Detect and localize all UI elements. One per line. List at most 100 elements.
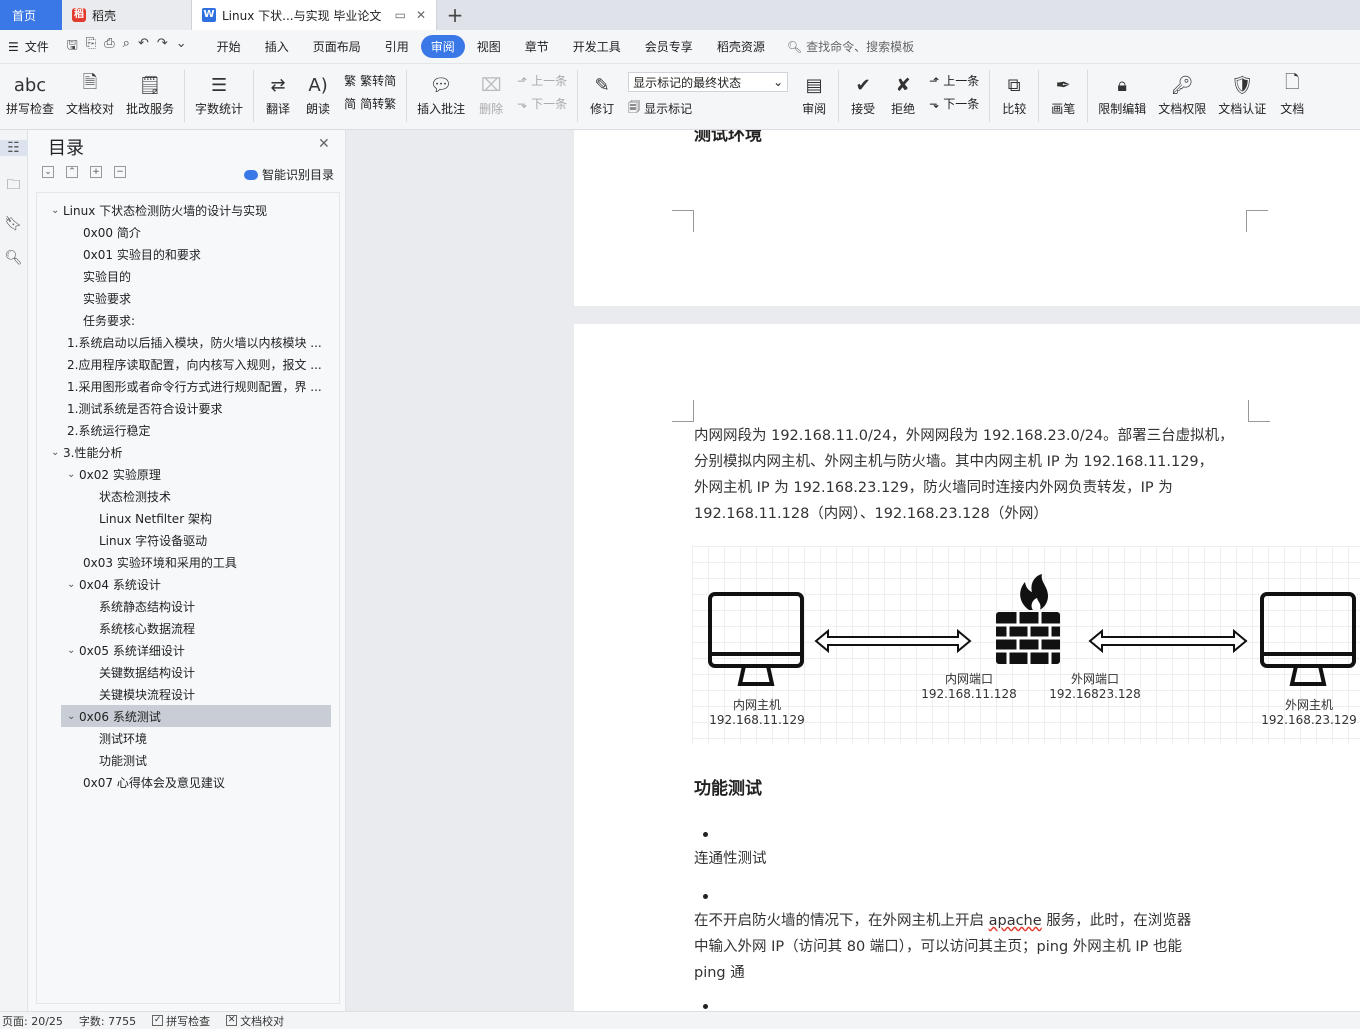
compare-button[interactable]: ⧉ 比较 bbox=[994, 70, 1034, 117]
ribbon-tab-7[interactable]: 开发工具 bbox=[561, 35, 633, 58]
promote-level-icon[interactable]: + bbox=[90, 166, 102, 178]
ribbon-tab-0[interactable]: 开始 bbox=[205, 35, 253, 58]
ribbon-tab-1[interactable]: 插入 bbox=[253, 35, 301, 58]
markup-state-select[interactable]: 显示标记的最终状态 ⌄ bbox=[628, 72, 789, 92]
outline-item[interactable]: ⌄ 0x02 实验原理 bbox=[41, 463, 331, 485]
outline-item[interactable]: ⌄ 0x06 系统测试 bbox=[61, 705, 331, 727]
translate-button[interactable]: ⇄ 翻译 bbox=[258, 70, 298, 117]
chevron-down-icon[interactable]: ⌄ bbox=[67, 645, 79, 656]
ribbon-tab-2[interactable]: 页面布局 bbox=[301, 35, 373, 58]
show-markup-button[interactable]: 🗐 显示标记 bbox=[628, 98, 788, 119]
insert-comment-button[interactable]: 💬︎ 插入批注 bbox=[411, 70, 471, 117]
pen-button[interactable]: ✒ 画笔 bbox=[1043, 70, 1083, 117]
outline-item[interactable]: 状态检测技术 bbox=[41, 485, 331, 507]
print-preview-icon[interactable]: ⌕ bbox=[123, 36, 130, 58]
outline-item[interactable]: Linux 字符设备驱动 bbox=[41, 529, 331, 551]
prev-comment-button[interactable]: ⬏ 上一条 bbox=[517, 72, 567, 89]
trad-to-simp-button[interactable]: 繁繁转简 bbox=[344, 72, 396, 89]
outline-item[interactable]: 0x01 实验目的和要求 bbox=[41, 243, 331, 265]
prev-change-button[interactable]: ⬏ 上一条 bbox=[929, 72, 979, 89]
ribbon-tab-3[interactable]: 引用 bbox=[373, 35, 421, 58]
outline-item[interactable]: 系统核心数据流程 bbox=[41, 617, 331, 639]
track-changes-icon: ✎ bbox=[594, 74, 610, 96]
print-icon[interactable]: ⎙ bbox=[104, 36, 114, 58]
outline-item[interactable]: ⌄ 0x05 系统详细设计 bbox=[41, 639, 331, 661]
pin-window-icon[interactable]: ▭ bbox=[395, 8, 406, 22]
ribbon-tab-5[interactable]: 视图 bbox=[465, 35, 513, 58]
outline-item[interactable]: ⌄ 3.性能分析 bbox=[41, 441, 331, 463]
review-pane-button[interactable]: ▤ 审阅 bbox=[794, 70, 834, 117]
outline-item[interactable]: 0x07 心得体会及意见建议 bbox=[41, 771, 331, 793]
simp-to-trad-button[interactable]: 简简转繁 bbox=[344, 95, 396, 112]
doc-cert-button[interactable]: 🛡︎ 文档认证 bbox=[1212, 70, 1272, 117]
smart-toc-button[interactable]: 智能识别目录 bbox=[244, 166, 334, 183]
restrict-edit-button[interactable]: 🔒︎ 限制编辑 bbox=[1092, 70, 1152, 117]
page-indicator[interactable]: 页面: 20/25 bbox=[2, 1013, 63, 1029]
close-tab-icon[interactable]: ✕ bbox=[416, 8, 426, 22]
chevron-down-icon[interactable]: ⌄ bbox=[67, 579, 79, 590]
review-service-button[interactable]: 🗒 批改服务 bbox=[120, 70, 180, 117]
outline-item[interactable]: 2.系统运行稳定 bbox=[41, 419, 331, 441]
chevron-down-icon[interactable]: ⌄ bbox=[51, 205, 63, 216]
outline-item[interactable]: 1.系统启动以后插入模块，防火墙以内核模块 ... bbox=[41, 331, 331, 353]
redo-icon[interactable]: ↷ bbox=[157, 36, 168, 58]
delete-comment-button[interactable]: ⌧ 删除 bbox=[471, 70, 511, 117]
track-changes-button[interactable]: ✎ 修订 bbox=[582, 70, 622, 117]
outline-item[interactable]: 系统静态结构设计 bbox=[41, 595, 331, 617]
outline-item[interactable]: 实验目的 bbox=[41, 265, 331, 287]
spell-check-button[interactable]: abc 拼写检查 bbox=[0, 70, 60, 117]
ribbon-tab-8[interactable]: 会员专享 bbox=[633, 35, 705, 58]
outline-item[interactable]: 0x03 实验环境和采用的工具 bbox=[41, 551, 331, 573]
outline-item[interactable]: 任务要求: bbox=[41, 309, 331, 331]
command-search[interactable]: 🔍︎ 查找命令、搜索模板 bbox=[787, 38, 914, 55]
outline-item[interactable]: 实验要求 bbox=[41, 287, 331, 309]
outline-item[interactable]: ⌄ 0x04 系统设计 bbox=[41, 573, 331, 595]
chevron-down-icon[interactable]: ⌄ bbox=[67, 469, 79, 480]
outline-item[interactable]: 1.测试系统是否符合设计要求 bbox=[41, 397, 331, 419]
ribbon-tab-9[interactable]: 稻壳资源 bbox=[705, 35, 777, 58]
chapter-nav-icon[interactable]: 🗀 bbox=[7, 174, 21, 198]
quick-access-dropdown-icon[interactable]: ⌄ bbox=[176, 36, 187, 58]
doc-more-button[interactable]: 🗋 文档 bbox=[1272, 70, 1312, 117]
find-icon[interactable]: 🔍︎ bbox=[5, 250, 23, 266]
doc-proof-button[interactable]: 🗎 文档校对 bbox=[60, 70, 120, 117]
file-menu-button[interactable]: ☰ 文件 bbox=[0, 38, 59, 55]
outline-item[interactable]: Linux Netfilter 架构 bbox=[41, 507, 331, 529]
reject-change-button[interactable]: ✘ 拒绝 bbox=[883, 70, 923, 117]
outline-item[interactable]: 1.采用图形或者命令行方式进行规则配置，界 ... bbox=[41, 375, 331, 397]
export-pdf-icon[interactable]: ⎘ bbox=[86, 36, 96, 58]
outline-item[interactable]: ⌄ Linux 下状态检测防火墙的设计与实现 bbox=[41, 199, 331, 221]
ribbon-tab-6[interactable]: 章节 bbox=[513, 35, 561, 58]
read-aloud-button[interactable]: A) 朗读 bbox=[298, 70, 338, 117]
word-count-button[interactable]: ☰ 字数统计 bbox=[189, 70, 249, 117]
outline-item[interactable]: 关键模块流程设计 bbox=[41, 683, 331, 705]
next-comment-button[interactable]: ⬎ 下一条 bbox=[517, 95, 567, 112]
outline-item[interactable]: 关键数据结构设计 bbox=[41, 661, 331, 683]
next-change-button[interactable]: ⬎ 下一条 bbox=[929, 95, 979, 112]
spelling-flagged-word[interactable]: apache bbox=[989, 913, 1042, 929]
close-icon[interactable]: ✕ bbox=[318, 136, 330, 152]
accept-change-button[interactable]: ✔ 接受 bbox=[843, 70, 883, 117]
new-tab-button[interactable]: + bbox=[437, 0, 473, 30]
undo-icon[interactable]: ↶ bbox=[138, 36, 149, 58]
word-count-indicator[interactable]: 字数: 7755 bbox=[79, 1013, 136, 1029]
bookmark-icon[interactable]: 🔖︎ bbox=[5, 216, 23, 232]
tab-docer[interactable]: 稻 稻壳 bbox=[62, 0, 192, 30]
collapse-all-icon[interactable]: ⌄ bbox=[42, 166, 54, 178]
doc-permission-button[interactable]: 🔑︎ 文档权限 bbox=[1152, 70, 1212, 117]
demote-level-icon[interactable]: − bbox=[114, 166, 126, 178]
outline-item[interactable]: 测试环境 bbox=[41, 727, 331, 749]
status-spell-check[interactable]: ✓ 拼写检查 bbox=[152, 1013, 210, 1029]
expand-all-icon[interactable]: ⌃ bbox=[66, 166, 78, 178]
outline-nav-icon[interactable]: ☷ bbox=[0, 140, 28, 156]
outline-item[interactable]: 2.应用程序读取配置，向内核写入规则，报文 ... bbox=[41, 353, 331, 375]
ribbon-tab-4[interactable]: 审阅 bbox=[420, 35, 465, 58]
tab-active-document[interactable]: W Linux 下状...与实现 毕业论文 ▭ ✕ bbox=[192, 0, 437, 30]
chevron-down-icon[interactable]: ⌄ bbox=[67, 711, 79, 722]
status-doc-proof[interactable]: ✕ 文档校对 bbox=[226, 1013, 284, 1029]
tab-home[interactable]: 首页 bbox=[0, 0, 62, 30]
outline-item[interactable]: 0x00 简介 bbox=[41, 221, 331, 243]
outline-item[interactable]: 功能测试 bbox=[41, 749, 331, 771]
save-icon[interactable]: 🖫 bbox=[67, 36, 78, 58]
chevron-down-icon[interactable]: ⌄ bbox=[51, 447, 63, 458]
